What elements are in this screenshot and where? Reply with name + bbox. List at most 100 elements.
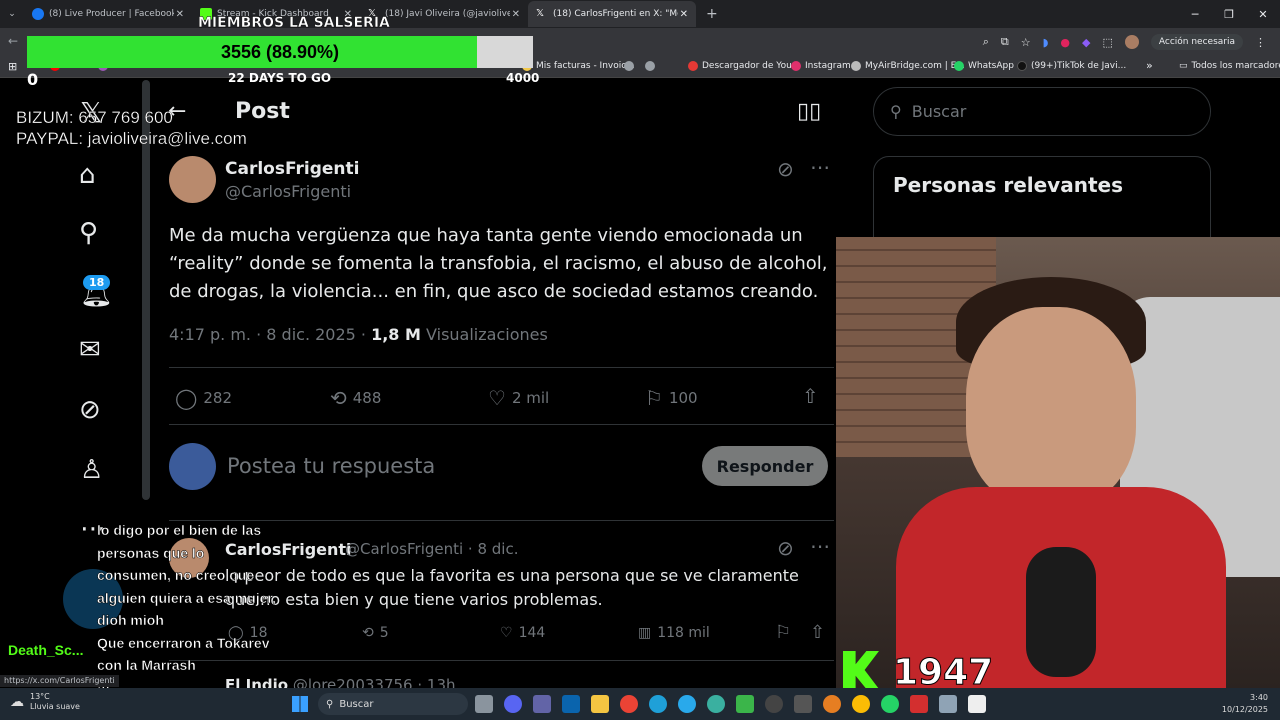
chrome-icon[interactable] bbox=[620, 695, 638, 713]
back-icon[interactable]: ← bbox=[8, 34, 18, 48]
divider bbox=[169, 367, 834, 368]
telegram-icon[interactable] bbox=[678, 695, 696, 713]
close-icon[interactable]: ✕ bbox=[680, 9, 688, 20]
author-handle[interactable]: @CarlosFrigenti bbox=[225, 182, 351, 201]
apps-icon[interactable]: ⊞ bbox=[8, 60, 17, 73]
menu-icon[interactable]: ⋮ bbox=[1255, 36, 1266, 49]
tab-x-post[interactable]: 𝕏(18) CarlosFrigenti en X: "Me da✕ bbox=[528, 1, 696, 27]
grok-icon[interactable]: ⊘ bbox=[777, 157, 794, 181]
close-icon[interactable]: ✕ bbox=[176, 9, 184, 20]
tiktok-icon bbox=[1017, 61, 1027, 71]
whatsapp-icon bbox=[954, 61, 964, 71]
extension-icon[interactable]: ◆ bbox=[1082, 36, 1090, 49]
camtasia-icon[interactable] bbox=[736, 695, 754, 713]
my-avatar[interactable] bbox=[169, 443, 216, 490]
discord-icon[interactable] bbox=[504, 695, 522, 713]
page-title: Post bbox=[235, 99, 290, 124]
puzzle-icon[interactable]: ⬚ bbox=[1102, 36, 1112, 49]
more-options-icon[interactable]: ⋯ bbox=[810, 155, 830, 179]
app-icon[interactable] bbox=[823, 695, 841, 713]
heart-icon: ♡ bbox=[500, 625, 513, 641]
reply-input[interactable]: Postea tu respuesta bbox=[227, 454, 435, 478]
edge-icon[interactable] bbox=[649, 695, 667, 713]
bookmark-whatsapp[interactable]: WhatsApp bbox=[954, 61, 1014, 71]
folder-icon: ▭ bbox=[1179, 61, 1188, 71]
reader-icon[interactable]: ▯▯ bbox=[797, 99, 821, 124]
cloud-icon bbox=[851, 61, 861, 71]
home-icon[interactable]: ⌂ bbox=[79, 160, 96, 190]
comment-repost-action[interactable]: ⟲ 5 bbox=[362, 625, 389, 641]
search-icon[interactable]: ⚲ bbox=[79, 218, 98, 248]
bookmark-globe-2[interactable] bbox=[645, 61, 655, 71]
star-icon[interactable]: ☆ bbox=[1021, 36, 1031, 49]
chat-message: lo digo por el bien de las personas que … bbox=[97, 522, 276, 628]
file-explorer-icon[interactable] bbox=[591, 695, 609, 713]
outlook-icon[interactable] bbox=[562, 695, 580, 713]
maximize-icon[interactable]: ❐ bbox=[1212, 0, 1246, 28]
chat-message: Que encerraron a Tokarev con la Marrash bbox=[97, 634, 270, 673]
acrobat-icon[interactable] bbox=[910, 695, 928, 713]
bookmark-instagram[interactable]: Instagram bbox=[791, 61, 851, 71]
windows-start-icon[interactable] bbox=[292, 696, 308, 712]
install-icon[interactable]: ⧉ bbox=[1001, 35, 1009, 49]
close-icon[interactable]: ✕ bbox=[512, 9, 520, 20]
obs-icon[interactable] bbox=[765, 695, 783, 713]
repost-action[interactable]: ⟲ 488 bbox=[330, 386, 381, 410]
task-view-icon[interactable] bbox=[475, 695, 493, 713]
relevant-people-title: Personas relevantes bbox=[893, 173, 1123, 197]
tab-search-icon[interactable]: ⌄ bbox=[0, 9, 24, 19]
download-icon bbox=[688, 61, 698, 71]
author-avatar[interactable] bbox=[169, 156, 216, 203]
like-action[interactable]: ♡ 2 mil bbox=[488, 386, 549, 410]
new-tab-button[interactable]: + bbox=[706, 6, 718, 22]
settings-icon[interactable] bbox=[794, 695, 812, 713]
notepad-icon[interactable] bbox=[939, 695, 957, 713]
extension-icon[interactable]: ● bbox=[1060, 36, 1070, 49]
weather-widget[interactable]: ☁ 13°C Lluvia suave bbox=[10, 692, 80, 712]
comment-views-action[interactable]: ▥ 118 mil bbox=[638, 625, 710, 641]
goal-text: 3556 (88.90%) bbox=[220, 41, 340, 62]
tab-strip: ⌄ (8) Live Producer | Facebook ✕ Stream -… bbox=[0, 0, 1280, 28]
clock[interactable]: 3:40 10/12/2025 bbox=[1222, 692, 1268, 716]
reply-button[interactable]: Responder bbox=[702, 446, 828, 486]
extension-icon[interactable]: ◗ bbox=[1043, 36, 1049, 49]
teams-icon[interactable] bbox=[533, 695, 551, 713]
comment-handle[interactable]: @CarlosFrigenti · 8 dic. bbox=[345, 540, 519, 558]
comment-like-action[interactable]: ♡ 144 bbox=[500, 625, 545, 641]
bookmark-icon[interactable]: ⚐ bbox=[775, 622, 791, 643]
window-controls: ─ ❐ ✕ bbox=[1178, 0, 1280, 28]
vpn-icon[interactable] bbox=[707, 695, 725, 713]
tab-facebook[interactable]: (8) Live Producer | Facebook ✕ bbox=[24, 1, 192, 27]
profile-icon[interactable]: ♙ bbox=[80, 455, 103, 485]
bookmark-icon: ⚐ bbox=[645, 386, 663, 410]
whatsapp-icon[interactable] bbox=[881, 695, 899, 713]
notes-icon[interactable] bbox=[968, 695, 986, 713]
bookmark-myairbridge[interactable]: MyAirBridge.com | E... bbox=[851, 61, 965, 71]
chrome-icon[interactable] bbox=[852, 695, 870, 713]
bookmark-tiktok[interactable]: (99+)TikTok de Javi... bbox=[1017, 61, 1126, 71]
grok-icon[interactable]: ⊘ bbox=[79, 395, 101, 425]
share-icon[interactable]: ⇧ bbox=[810, 622, 825, 643]
bookmark-invoices[interactable]: Mis facturas - Invoic... bbox=[522, 61, 635, 71]
zoom-icon[interactable]: ⌕ bbox=[983, 35, 989, 49]
bookmark-downloader[interactable]: Descargador de You... bbox=[688, 61, 800, 71]
grok-icon[interactable]: ⊘ bbox=[777, 536, 794, 560]
webcam-overlay bbox=[836, 237, 1280, 688]
more-options-icon[interactable]: ⋯ bbox=[810, 534, 830, 558]
share-icon[interactable]: ⇧ bbox=[802, 384, 819, 408]
messages-icon[interactable]: ✉ bbox=[79, 335, 101, 365]
bookmark-action[interactable]: ⚐ 100 bbox=[645, 386, 698, 410]
all-bookmarks[interactable]: ▭ Todos los marcadores bbox=[1179, 61, 1280, 71]
author-name[interactable]: CarlosFrigenti bbox=[225, 159, 359, 179]
bookmark-globe[interactable] bbox=[624, 61, 634, 71]
taskbar-search[interactable]: ⚲ Buscar bbox=[318, 693, 468, 715]
profile-avatar[interactable] bbox=[1124, 35, 1139, 49]
more-bookmarks-icon[interactable]: » bbox=[1146, 59, 1153, 72]
close-window-icon[interactable]: ✕ bbox=[1246, 0, 1280, 28]
views-icon: ▥ bbox=[638, 625, 652, 641]
tweet-meta: 4:17 p. m. · 8 dic. 2025 · 1,8 M Visuali… bbox=[169, 325, 548, 344]
search-input[interactable]: ⚲ Buscar bbox=[873, 87, 1211, 136]
minimize-icon[interactable]: ─ bbox=[1178, 0, 1212, 28]
reply-action[interactable]: ◯ 282 bbox=[175, 386, 232, 410]
account-action-button[interactable]: Acción necesaria bbox=[1150, 34, 1243, 50]
